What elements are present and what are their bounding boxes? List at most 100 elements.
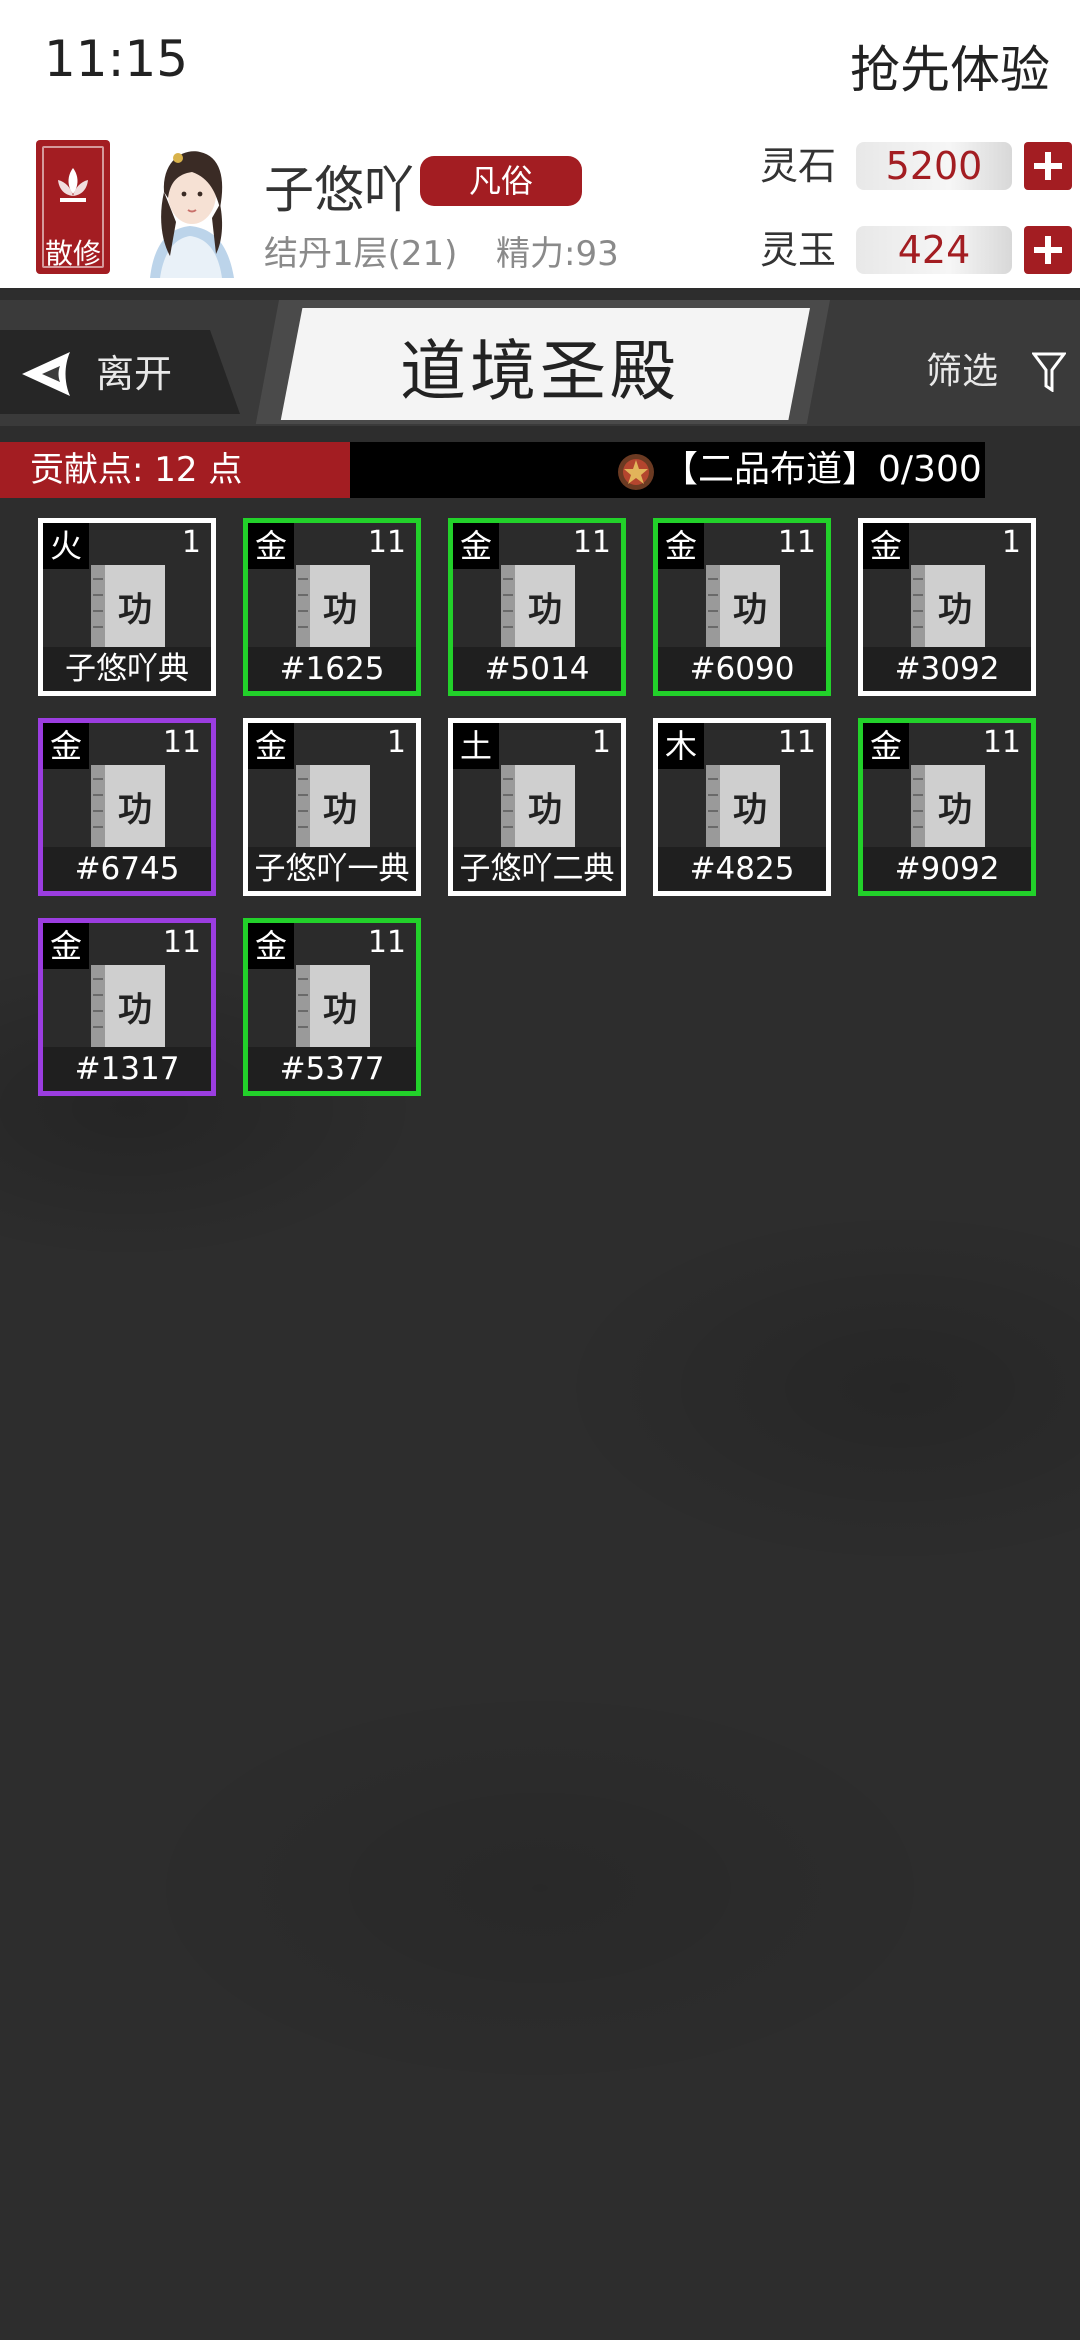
add-spirit-stone-button[interactable] (1024, 142, 1072, 190)
scripture-book-icon: 功 (91, 765, 165, 849)
sect-badge[interactable]: 散修 (36, 140, 110, 274)
technique-level: 11 (982, 725, 1021, 760)
book-glyph: 功 (118, 590, 152, 630)
technique-level: 11 (367, 525, 406, 560)
technique-card[interactable]: 金 11 功 #5377 (243, 918, 421, 1096)
book-glyph: 功 (528, 790, 562, 830)
book-glyph: 功 (323, 790, 357, 830)
technique-name: #5014 (453, 647, 621, 691)
back-button[interactable]: 离开 (20, 346, 200, 402)
back-arrow-icon (22, 352, 70, 396)
sect-label: 散修 (44, 237, 101, 270)
technique-name: #9092 (863, 847, 1031, 891)
book-glyph: 功 (938, 590, 972, 630)
technique-level: 1 (1001, 525, 1021, 560)
player-header: 散修 子悠吖 凡俗 结丹1层(21) 精力:93 灵石 5200 灵玉 424 (0, 130, 1080, 288)
lotus-icon (58, 168, 88, 202)
technique-name: #6090 (658, 647, 826, 691)
technique-name: #6745 (43, 847, 211, 891)
book-glyph: 功 (118, 990, 152, 1030)
technique-level: 11 (162, 925, 201, 960)
technique-card[interactable]: 木 11 功 #4825 (653, 718, 831, 896)
book-glyph: 功 (733, 590, 767, 630)
scripture-book-icon: 功 (296, 565, 370, 649)
currency-value: 5200 (885, 144, 983, 188)
technique-level: 1 (181, 525, 201, 560)
scripture-book-icon: 功 (911, 765, 985, 849)
element-tag: 金 (43, 723, 89, 769)
scripture-book-icon: 功 (706, 565, 780, 649)
technique-card[interactable]: 金 11 功 #1317 (38, 918, 216, 1096)
technique-card[interactable]: 金 11 功 #6745 (38, 718, 216, 896)
filter-icon (1032, 352, 1066, 392)
back-label: 离开 (96, 352, 173, 396)
avatar[interactable] (120, 138, 260, 278)
scripture-book-icon: 功 (296, 965, 370, 1049)
book-glyph: 功 (323, 590, 357, 630)
contribution-bar: 贡献点: 12 点 【二品布道】0/300 (0, 442, 985, 498)
technique-card[interactable]: 金 11 功 #6090 (653, 518, 831, 696)
element-tag: 金 (43, 923, 89, 969)
book-glyph: 功 (118, 790, 152, 830)
technique-level: 11 (777, 525, 816, 560)
element-tag: 金 (658, 523, 704, 569)
technique-name: 子悠吖一典 (248, 847, 416, 891)
currency-spirit-jade: 灵玉 424 (760, 220, 1072, 280)
scripture-book-icon: 功 (91, 965, 165, 1049)
currency-value: 424 (897, 228, 971, 272)
currency-label: 灵玉 (760, 228, 837, 272)
technique-name: #4825 (658, 847, 826, 891)
technique-level: 1 (386, 725, 406, 760)
energy-value: 精力:93 (496, 234, 619, 274)
filter-button[interactable]: 筛选 (926, 344, 1066, 400)
technique-card[interactable]: 金 1 功子悠吖一典 (243, 718, 421, 896)
technique-name: 子悠吖二典 (453, 847, 621, 891)
currency-spirit-stone: 灵石 5200 (760, 136, 1072, 196)
technique-level: 11 (367, 925, 406, 960)
technique-card[interactable]: 土 1 功子悠吖二典 (448, 718, 626, 896)
book-glyph: 功 (733, 790, 767, 830)
rank-badge: 凡俗 (420, 156, 582, 206)
technique-card[interactable]: 金 11 功 #9092 (858, 718, 1036, 896)
book-glyph: 功 (323, 990, 357, 1030)
add-spirit-jade-button[interactable] (1024, 226, 1072, 274)
technique-card[interactable]: 金 11 功 #1625 (243, 518, 421, 696)
technique-name: #5377 (248, 1047, 416, 1091)
rank-medal-icon (618, 454, 654, 490)
technique-level: 11 (162, 725, 201, 760)
element-tag: 金 (248, 723, 294, 769)
technique-name: #1317 (43, 1047, 211, 1091)
status-bar: 11:15 抢先体验 (0, 0, 1080, 130)
scripture-book-icon: 功 (706, 765, 780, 849)
element-tag: 火 (43, 523, 89, 569)
element-tag: 土 (453, 723, 499, 769)
technique-name: #3092 (863, 647, 1031, 691)
page-title: 道境圣殿 (400, 333, 680, 410)
early-access-label: 抢先体验 (850, 41, 1050, 99)
technique-level: 1 (591, 725, 611, 760)
book-glyph: 功 (938, 790, 972, 830)
cultivation-level: 结丹1层(21) (264, 234, 458, 274)
scripture-book-icon: 功 (911, 565, 985, 649)
scripture-book-icon: 功 (296, 765, 370, 849)
element-tag: 金 (863, 523, 909, 569)
player-name: 子悠吖 (264, 161, 414, 219)
book-glyph: 功 (528, 590, 562, 630)
element-tag: 金 (248, 523, 294, 569)
contribution-points: 贡献点: 12 点 (0, 442, 350, 498)
element-tag: 木 (658, 723, 704, 769)
status-time: 11:15 (44, 30, 189, 88)
element-tag: 金 (248, 923, 294, 969)
element-tag: 金 (453, 523, 499, 569)
scripture-book-icon: 功 (501, 765, 575, 849)
technique-name: 子悠吖典 (43, 647, 211, 691)
technique-level: 11 (777, 725, 816, 760)
technique-card[interactable]: 金 1 功 #3092 (858, 518, 1036, 696)
technique-card[interactable]: 金 11 功 #5014 (448, 518, 626, 696)
currency-label: 灵石 (760, 144, 837, 188)
scripture-book-icon: 功 (501, 565, 575, 649)
element-tag: 金 (863, 723, 909, 769)
rank-progress: 【二品布道】0/300 (662, 449, 982, 490)
technique-card[interactable]: 火 1 功子悠吖典 (38, 518, 216, 696)
filter-label: 筛选 (926, 351, 999, 392)
